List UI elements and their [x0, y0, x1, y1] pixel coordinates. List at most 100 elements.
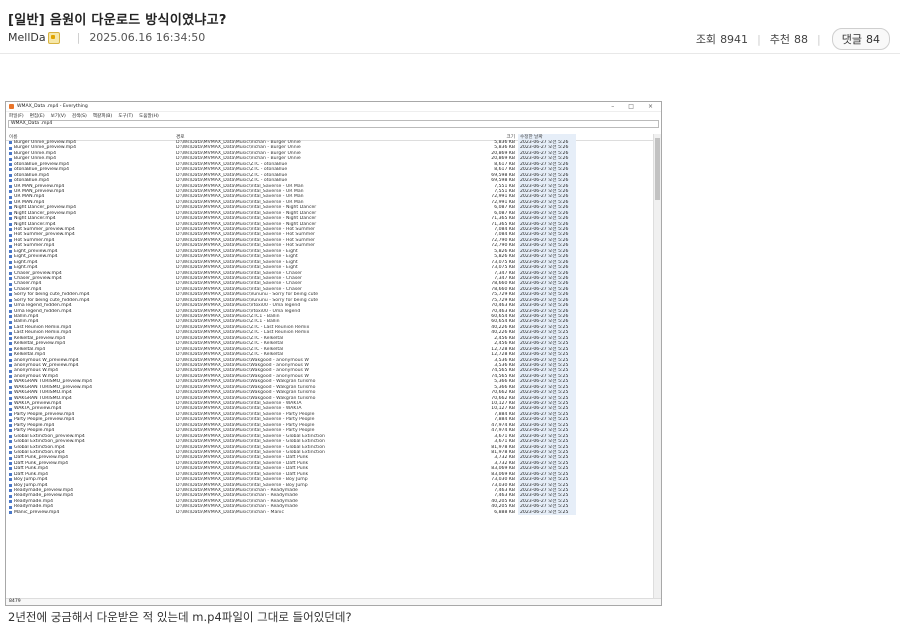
window-title: WMAX_Data .mp4 - Everything	[17, 104, 88, 109]
close-icon: ×	[647, 103, 653, 110]
video-file-icon	[9, 282, 12, 286]
menu-item: 파일(F)	[9, 113, 24, 119]
video-file-icon	[9, 500, 12, 504]
divider: |	[76, 31, 81, 44]
video-file-icon	[9, 288, 12, 292]
video-file-icon	[9, 211, 12, 215]
video-file-icon	[9, 358, 12, 362]
video-file-icon	[9, 277, 12, 281]
video-file-icon	[9, 489, 12, 493]
video-file-icon	[9, 315, 12, 319]
video-file-icon	[9, 418, 12, 422]
window-menubar: 파일(F) 편집(E) 보기(V) 검색(S) 책갈피(B) 도구(T) 도움말(H)	[6, 112, 661, 119]
video-file-icon	[9, 141, 12, 145]
video-file-icon	[9, 190, 12, 194]
video-file-icon	[9, 407, 12, 411]
menu-item: 책갈피(B)	[92, 113, 113, 119]
window-titlebar: WMAX_Data .mp4 - Everything – □ ×	[6, 102, 661, 112]
video-file-icon	[9, 429, 12, 433]
video-file-icon	[9, 375, 12, 379]
video-file-icon	[9, 326, 12, 330]
video-file-icon	[9, 184, 12, 188]
menu-item: 도구(T)	[118, 113, 134, 119]
col-name: 이름	[9, 134, 18, 140]
video-file-icon	[9, 320, 12, 324]
video-file-icon	[9, 331, 12, 335]
post-stats: 조회 8941 | 추천 88 | 댓글 84	[696, 28, 890, 50]
menu-item: 보기(V)	[50, 113, 66, 119]
col-date: 수정한 날짜	[518, 133, 576, 140]
video-file-icon	[9, 456, 12, 460]
video-file-icon	[9, 440, 12, 444]
user-level-icon	[47, 31, 60, 44]
comments-label: 댓글	[841, 33, 862, 46]
window-search-field: WMAX_Data .mp4	[8, 120, 659, 128]
file-list: Burger Unnie_preview.mp4 D:\Ws\Data\MVMAX…	[6, 140, 653, 599]
video-file-icon	[9, 353, 12, 357]
col-path: 경로	[176, 134, 185, 140]
video-file-icon	[9, 157, 12, 161]
header-divider	[0, 53, 900, 54]
video-file-icon	[9, 228, 12, 232]
video-file-icon	[9, 445, 12, 449]
video-file-icon	[9, 195, 12, 199]
comments-count: 84	[866, 32, 880, 46]
divider: |	[757, 32, 761, 46]
video-file-icon	[9, 233, 12, 237]
video-file-icon	[9, 255, 12, 259]
video-file-icon	[9, 298, 12, 302]
file-size: 6,888 KB	[494, 509, 515, 515]
video-file-icon	[9, 380, 12, 384]
maximize-icon: □	[628, 103, 634, 110]
video-file-icon	[9, 217, 12, 221]
video-file-icon	[9, 179, 12, 183]
video-file-icon	[9, 494, 12, 498]
menu-item: 도움말(H)	[139, 113, 159, 119]
menu-item: 편집(E)	[29, 113, 45, 119]
video-file-icon	[9, 309, 12, 313]
file-date: 2023-06-27 오전 5:25	[518, 509, 576, 516]
video-file-icon	[9, 423, 12, 427]
menu-item: 검색(S)	[71, 113, 87, 119]
video-file-icon	[9, 385, 12, 389]
window-controls: – □ ×	[611, 103, 661, 110]
video-file-icon	[9, 336, 12, 340]
file-row: Manic_preview.mp4 D:\Ws\Data\MVMAX_Data\M…	[6, 509, 653, 516]
col-size: 크기	[506, 134, 515, 140]
video-file-icon	[9, 222, 12, 226]
video-file-icon	[9, 396, 12, 400]
video-file-icon	[9, 293, 12, 297]
divider: |	[817, 32, 821, 46]
video-file-icon	[9, 483, 12, 487]
scroll-thumb	[655, 138, 660, 200]
minimize-icon: –	[611, 103, 615, 110]
file-name: Manic_preview.mp4	[6, 510, 176, 515]
app-icon	[9, 104, 14, 109]
video-file-icon	[9, 369, 12, 373]
file-path: D:\Ws\Data\MVMAX_Data\Music\Vichan - Man…	[176, 509, 284, 515]
video-file-icon	[9, 472, 12, 476]
video-file-icon	[9, 451, 12, 455]
video-file-icon	[9, 505, 12, 509]
recommend-count: 88	[794, 32, 809, 46]
video-file-icon	[9, 201, 12, 205]
video-file-icon	[9, 249, 12, 253]
video-file-icon	[9, 271, 12, 275]
post-title: [일반] 음원이 다운로드 방식이였냐고?	[8, 13, 227, 28]
video-file-icon	[9, 239, 12, 243]
comments-button[interactable]: 댓글 84	[831, 28, 890, 50]
video-file-icon	[9, 168, 12, 172]
post-date: 2025.06.16 16:34:50	[89, 31, 206, 44]
recommend-label: 추천	[769, 33, 791, 46]
window-statusbar: 8479	[6, 598, 661, 605]
video-file-icon	[9, 304, 12, 308]
video-file-icon	[9, 173, 12, 177]
video-file-icon	[9, 152, 12, 156]
video-file-icon	[9, 260, 12, 264]
video-file-icon	[9, 342, 12, 346]
video-file-icon	[9, 391, 12, 395]
video-file-icon	[9, 510, 12, 514]
author-name[interactable]: MellDa	[8, 31, 46, 44]
video-file-icon	[9, 347, 12, 351]
file-name-text: Manic_preview.mp4	[14, 509, 60, 515]
